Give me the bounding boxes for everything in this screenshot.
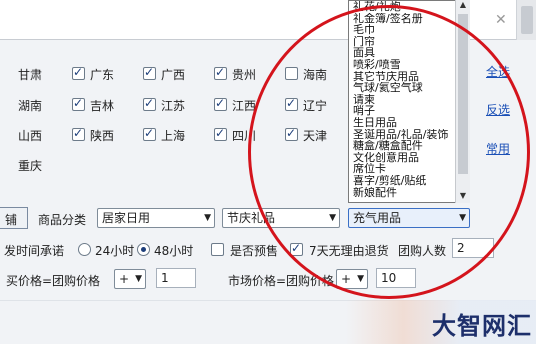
- province-label: 湖南: [18, 99, 43, 113]
- radio-48h-label: 48小时: [154, 244, 194, 258]
- page-scrollbar[interactable]: [516, 0, 536, 40]
- market-price-input[interactable]: 10: [376, 268, 416, 288]
- province-label: 辽宁: [303, 99, 328, 113]
- checkbox-guangxi[interactable]: [143, 65, 156, 80]
- delivery-label: 发时间承诺: [4, 244, 65, 258]
- checkbox-sichuan[interactable]: [214, 126, 227, 141]
- buy-price-input[interactable]: 1: [156, 268, 196, 288]
- province-label: 天津: [303, 129, 328, 143]
- radio-24h[interactable]: [78, 243, 91, 256]
- province-label: 上海: [161, 129, 186, 143]
- return-checkbox[interactable]: [290, 241, 303, 256]
- chevron-down-icon: ▼: [329, 213, 336, 223]
- dropdown-option[interactable]: 圣诞用品/礼品/装饰: [349, 129, 469, 141]
- presale-label: 是否预售: [230, 244, 279, 258]
- return-label: 7天无理由退货: [309, 244, 389, 258]
- dropdown-option[interactable]: 喷彩/喷雪: [349, 59, 469, 71]
- province-label: 贵州: [232, 68, 257, 82]
- invert-selection-link[interactable]: 反选: [486, 101, 510, 118]
- dropdown-option[interactable]: 请柬: [349, 94, 469, 106]
- select-all-link[interactable]: 全选: [486, 63, 510, 80]
- checkbox-jiangsu[interactable]: [143, 96, 156, 111]
- checkbox-guangdong[interactable]: [72, 65, 85, 80]
- province-label: 广西: [161, 68, 186, 82]
- province-label: 甘肃: [18, 68, 43, 82]
- province-label: 江苏: [161, 99, 186, 113]
- province-label: 广东: [90, 68, 115, 82]
- radio-48h[interactable]: [137, 243, 150, 256]
- category-select-2[interactable]: 节庆礼品 ▼: [222, 208, 340, 228]
- chevron-down-icon: ▼: [204, 213, 211, 223]
- checkbox-shaanxi[interactable]: [72, 126, 85, 141]
- province-label: 江西: [232, 99, 257, 113]
- left-tab-button[interactable]: 铺: [0, 207, 28, 229]
- common-link[interactable]: 常用: [486, 140, 510, 157]
- scroll-down-icon[interactable]: ▼: [456, 191, 470, 203]
- chevron-down-icon: ▼: [459, 213, 466, 223]
- dropdown-option[interactable]: 礼金簿/签名册: [349, 13, 469, 25]
- checkbox-guizhou[interactable]: [214, 65, 227, 80]
- dropdown-option[interactable]: 其它节庆用品: [349, 71, 469, 83]
- radio-24h-label: 24小时: [95, 244, 135, 258]
- dropdown-option[interactable]: 礼花/礼炮: [349, 1, 469, 13]
- dropdown-option[interactable]: 哨子: [349, 105, 469, 117]
- dropdown-option[interactable]: 门帘: [349, 36, 469, 48]
- close-icon[interactable]: ✕: [495, 12, 507, 28]
- scroll-thumb[interactable]: [458, 14, 468, 174]
- scroll-up-icon[interactable]: ▲: [456, 0, 470, 12]
- province-label: 四川: [232, 129, 257, 143]
- group-count-label: 团购人数: [398, 244, 447, 258]
- group-count-input[interactable]: 2: [452, 238, 494, 258]
- checkbox-shanghai[interactable]: [143, 126, 156, 141]
- category-select-3[interactable]: 充气用品 ▼: [348, 208, 470, 228]
- province-label: 吉林: [90, 99, 115, 113]
- checkbox-liaoning[interactable]: [285, 96, 298, 111]
- category-label: 商品分类: [38, 213, 87, 227]
- province-label: 重庆: [18, 159, 43, 173]
- chevron-down-icon: ▼: [135, 274, 142, 284]
- category-dropdown-list[interactable]: 礼花/礼炮 礼金簿/签名册 毛巾 门帘 面具 喷彩/喷雪 其它节庆用品 气球/氦…: [348, 0, 470, 203]
- checkbox-jiangxi[interactable]: [214, 96, 227, 111]
- dropdown-option[interactable]: 席位卡: [349, 163, 469, 175]
- watermark-logo: 大智网汇: [432, 311, 532, 340]
- dropdown-option[interactable]: 糖盒/糖盒配件: [349, 140, 469, 152]
- dropdown-option[interactable]: 文化创意用品: [349, 152, 469, 164]
- province-label: 海南: [303, 68, 328, 82]
- chevron-down-icon: ▼: [357, 274, 364, 284]
- dropdown-option[interactable]: 气球/氦空气球: [349, 82, 469, 94]
- checkbox-hainan[interactable]: [285, 67, 298, 80]
- province-label: 山西: [18, 129, 43, 143]
- checkbox-tianjin[interactable]: [285, 126, 298, 141]
- category-select-1[interactable]: 居家日用 ▼: [97, 208, 215, 228]
- market-op-select[interactable]: + ▼: [336, 269, 368, 289]
- buy-price-label: 买价格=团购价格: [6, 274, 101, 288]
- province-label: 陕西: [90, 129, 115, 143]
- checkbox-jilin[interactable]: [72, 96, 85, 111]
- dropdown-option[interactable]: 面具: [349, 47, 469, 59]
- dropdown-option[interactable]: 喜字/剪纸/贴纸: [349, 175, 469, 187]
- dropdown-option[interactable]: 毛巾: [349, 24, 469, 36]
- presale-checkbox[interactable]: [211, 243, 224, 256]
- dropdown-option[interactable]: 生日用品: [349, 117, 469, 129]
- dropdown-scrollbar[interactable]: ▲ ▼: [455, 0, 470, 203]
- dropdown-option[interactable]: 新娘配件: [349, 187, 469, 199]
- buy-op-select[interactable]: + ▼: [114, 269, 146, 289]
- market-price-label: 市场价格=团购价格: [228, 274, 335, 288]
